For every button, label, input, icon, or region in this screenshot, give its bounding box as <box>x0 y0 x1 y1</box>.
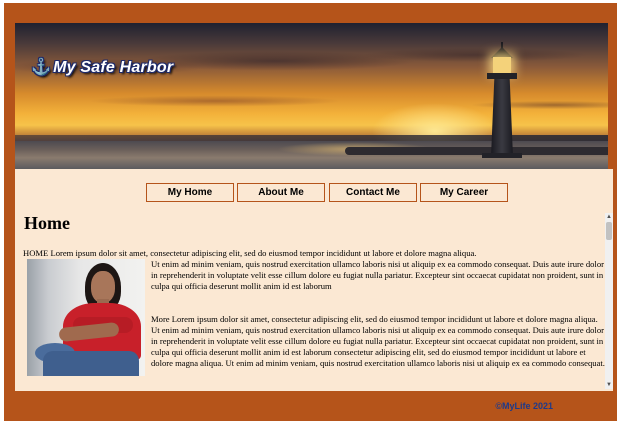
profile-photo <box>27 259 145 376</box>
main-content: My Home About Me Contact Me My Career Ho… <box>15 169 613 391</box>
lighthouse-image <box>482 39 522 158</box>
nav-my-career[interactable]: My Career <box>420 183 508 202</box>
anchor-icon: ⚓ <box>31 59 52 76</box>
nav-my-home[interactable]: My Home <box>146 183 234 202</box>
article-body: HOME Lorem ipsum dolor sit amet, consect… <box>23 248 605 376</box>
page-frame: ⚓ My Safe Harbor My Home About Me Contact… <box>4 3 617 421</box>
nav-about-me[interactable]: About Me <box>237 183 325 202</box>
page-title: Home <box>24 213 70 233</box>
nav-contact-me[interactable]: Contact Me <box>329 183 417 202</box>
scrollbar-thumb[interactable] <box>606 222 612 240</box>
page-footer: ©MyLife 2021 <box>15 391 613 419</box>
banner-sun-reflection <box>245 141 465 169</box>
scroll-up-arrow-icon[interactable]: ▲ <box>606 214 612 220</box>
site-logo-text: My Safe Harbor <box>53 59 174 76</box>
scroll-down-arrow-icon[interactable]: ▼ <box>606 382 612 388</box>
content-scrollbar[interactable]: ▲ ▼ <box>605 213 613 389</box>
header-banner: ⚓ My Safe Harbor <box>15 23 608 169</box>
site-logo[interactable]: ⚓ My Safe Harbor <box>31 57 173 77</box>
banner-shore <box>345 147 608 155</box>
copyright-text: ©MyLife 2021 <box>495 401 553 411</box>
intro-text: HOME Lorem ipsum dolor sit amet, consect… <box>23 248 477 258</box>
